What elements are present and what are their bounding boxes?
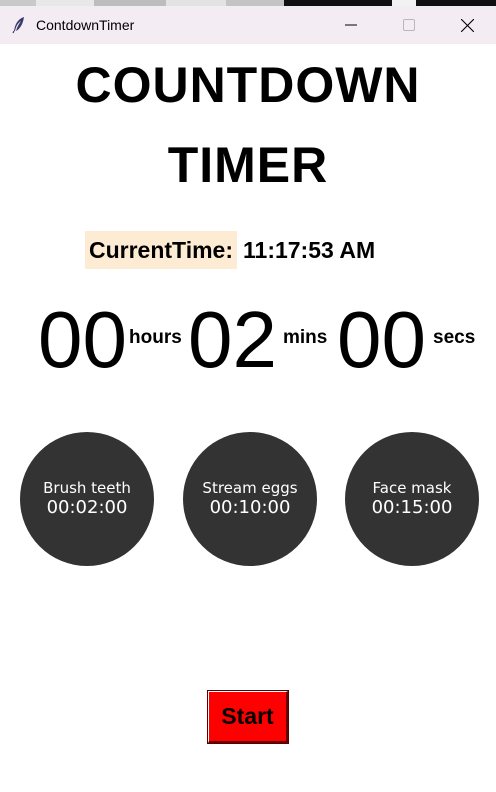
start-button[interactable]: Start bbox=[208, 691, 288, 743]
minimize-icon[interactable] bbox=[322, 6, 380, 44]
title-bar[interactable]: ContdownTimer bbox=[0, 6, 496, 44]
page-title-line1: COUNTDOWN bbox=[75, 57, 421, 113]
current-time-row: CurrentTime: 11:17:53 AM bbox=[85, 231, 375, 269]
preset-time: 00:02:00 bbox=[46, 497, 128, 518]
preset-name: Face mask bbox=[372, 479, 452, 497]
current-time-value: 11:17:53 AM bbox=[243, 236, 376, 263]
hours-value: 00 bbox=[38, 295, 127, 384]
seconds-value: 00 bbox=[337, 295, 426, 384]
hours-unit-label: hours bbox=[129, 327, 182, 348]
preset-name: Brush teeth bbox=[43, 479, 131, 497]
page-title-line2: TIMER bbox=[167, 137, 329, 193]
preset-time: 00:15:00 bbox=[371, 497, 453, 518]
preset-brush-teeth-button[interactable]: Brush teeth 00:02:00 bbox=[20, 432, 154, 566]
current-time-label: CurrentTime: bbox=[85, 231, 237, 269]
maximize-icon[interactable] bbox=[380, 6, 438, 44]
close-icon[interactable] bbox=[438, 6, 496, 44]
preset-name: Stream eggs bbox=[202, 479, 298, 497]
feather-icon bbox=[10, 16, 28, 34]
window-title: ContdownTimer bbox=[36, 17, 135, 33]
minutes-unit-label: mins bbox=[283, 327, 328, 348]
preset-time: 00:10:00 bbox=[209, 497, 291, 518]
seconds-unit-label: secs bbox=[433, 327, 476, 348]
preset-stream-eggs-button[interactable]: Stream eggs 00:10:00 bbox=[183, 432, 317, 566]
minutes-value: 02 bbox=[188, 295, 277, 384]
preset-face-mask-button[interactable]: Face mask 00:15:00 bbox=[345, 432, 479, 566]
app-window: ContdownTimer COUNTDOWN TIMER CurrentTim… bbox=[0, 0, 496, 792]
